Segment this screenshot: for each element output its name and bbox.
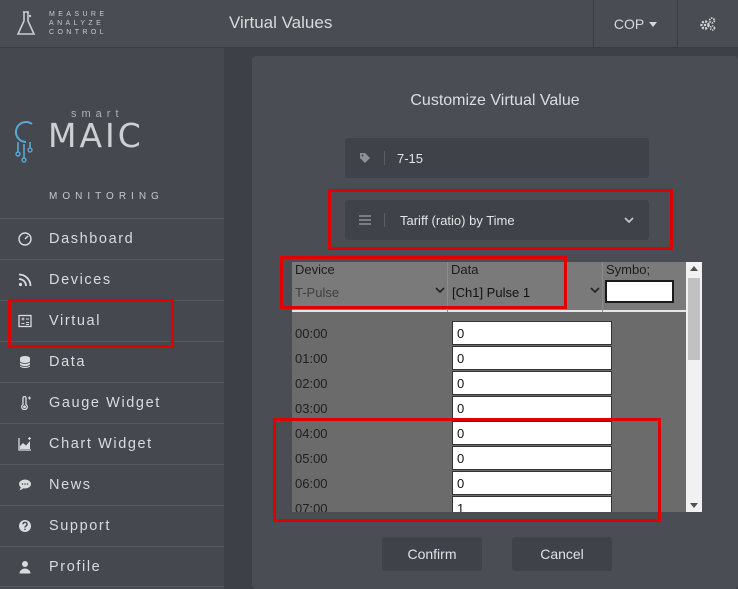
- chevron-down-icon: [590, 287, 600, 294]
- sidebar-item-profile[interactable]: Profile: [0, 546, 224, 587]
- row-time: 01:00: [295, 351, 328, 366]
- row-value-input[interactable]: 0: [452, 371, 612, 395]
- question-icon: [18, 520, 31, 532]
- page-title: Virtual Values: [229, 13, 333, 32]
- symbol-header: Symbo;: [606, 262, 651, 277]
- logo-maic: MAIC: [48, 116, 144, 155]
- sidebar-item-label: Chart Widget: [49, 436, 153, 452]
- row-value-input[interactable]: 0: [452, 346, 612, 370]
- name-input[interactable]: 7-15: [345, 138, 649, 178]
- confirm-button[interactable]: Confirm: [382, 537, 482, 571]
- chat-icon: [18, 479, 31, 491]
- cancel-button[interactable]: Cancel: [512, 537, 612, 571]
- symbol-input[interactable]: [605, 280, 674, 303]
- gauge-icon: [17, 232, 32, 246]
- scroll-down-icon[interactable]: [690, 503, 698, 508]
- logo: smart MAIC: [10, 108, 190, 168]
- row-value-input[interactable]: 0: [452, 396, 612, 420]
- sidebar-item-label: News: [49, 477, 92, 493]
- user-icon: [19, 560, 30, 573]
- scroll-up-icon[interactable]: [690, 266, 698, 271]
- settings-button[interactable]: [677, 0, 738, 48]
- top-bar: MEASURE ANALYZE CONTROL Virtual Values C…: [0, 0, 738, 48]
- sidebar-item-news[interactable]: News: [0, 464, 224, 505]
- name-input-value: 7-15: [397, 150, 424, 166]
- highlight-device-data: [280, 256, 567, 309]
- sidebar-nav: Dashboard Devices Virtual Data Gauge Wid…: [0, 218, 224, 587]
- table-row: 03:00 0: [292, 395, 686, 420]
- row-value-input[interactable]: 0: [452, 321, 612, 345]
- highlight-virtual: [8, 299, 174, 348]
- tag-icon: [359, 153, 370, 163]
- brand-line: ANALYZE: [49, 20, 105, 27]
- sidebar-item-gauge-widget[interactable]: Gauge Widget: [0, 382, 224, 423]
- sidebar-item-label: Data: [49, 354, 87, 370]
- database-icon: [19, 356, 30, 368]
- sidebar-item-label: Support: [49, 518, 111, 534]
- sidebar-item-chart-widget[interactable]: Chart Widget: [0, 423, 224, 464]
- gears-icon: [700, 17, 716, 31]
- row-time: 02:00: [295, 376, 328, 391]
- user-name: COP: [613, 16, 645, 32]
- highlight-mode-select: [328, 189, 673, 250]
- table-scrollbar[interactable]: [686, 262, 702, 512]
- row-time: 03:00: [295, 401, 328, 416]
- brand[interactable]: MEASURE ANALYZE CONTROL: [12, 8, 212, 40]
- sidebar-item-label: Devices: [49, 272, 112, 288]
- thermometer-icon: [20, 396, 31, 410]
- sidebar-item-devices[interactable]: Devices: [0, 259, 224, 300]
- logo-subtitle: MONITORING: [49, 191, 164, 202]
- table-row: 02:00 0: [292, 370, 686, 395]
- caret-down-icon: [649, 21, 658, 27]
- brand-line: CONTROL: [49, 29, 108, 36]
- table-row: 00:00 0: [292, 320, 686, 345]
- highlight-rows: [273, 418, 661, 522]
- sidebar-item-dashboard[interactable]: Dashboard: [0, 218, 224, 259]
- brand-line: MEASURE: [49, 11, 108, 18]
- flask-icon: [16, 11, 36, 35]
- sidebar-item-label: Dashboard: [49, 231, 135, 247]
- scroll-thumb[interactable]: [688, 278, 700, 360]
- user-menu[interactable]: COP: [593, 0, 677, 48]
- table-row: 01:00 0: [292, 345, 686, 370]
- sidebar-item-support[interactable]: Support: [0, 505, 224, 546]
- sidebar-item-label: Profile: [49, 558, 102, 575]
- area-chart-icon: [17, 437, 31, 451]
- cloud-logo-icon: [15, 121, 33, 163]
- row-time: 00:00: [295, 326, 328, 341]
- modal-title: Customize Virtual Value: [410, 92, 580, 109]
- brand-text: MEASURE ANALYZE CONTROL: [49, 10, 107, 37]
- rss-icon: [18, 273, 31, 287]
- column-divider: [602, 262, 603, 312]
- sidebar-item-label: Gauge Widget: [49, 395, 161, 411]
